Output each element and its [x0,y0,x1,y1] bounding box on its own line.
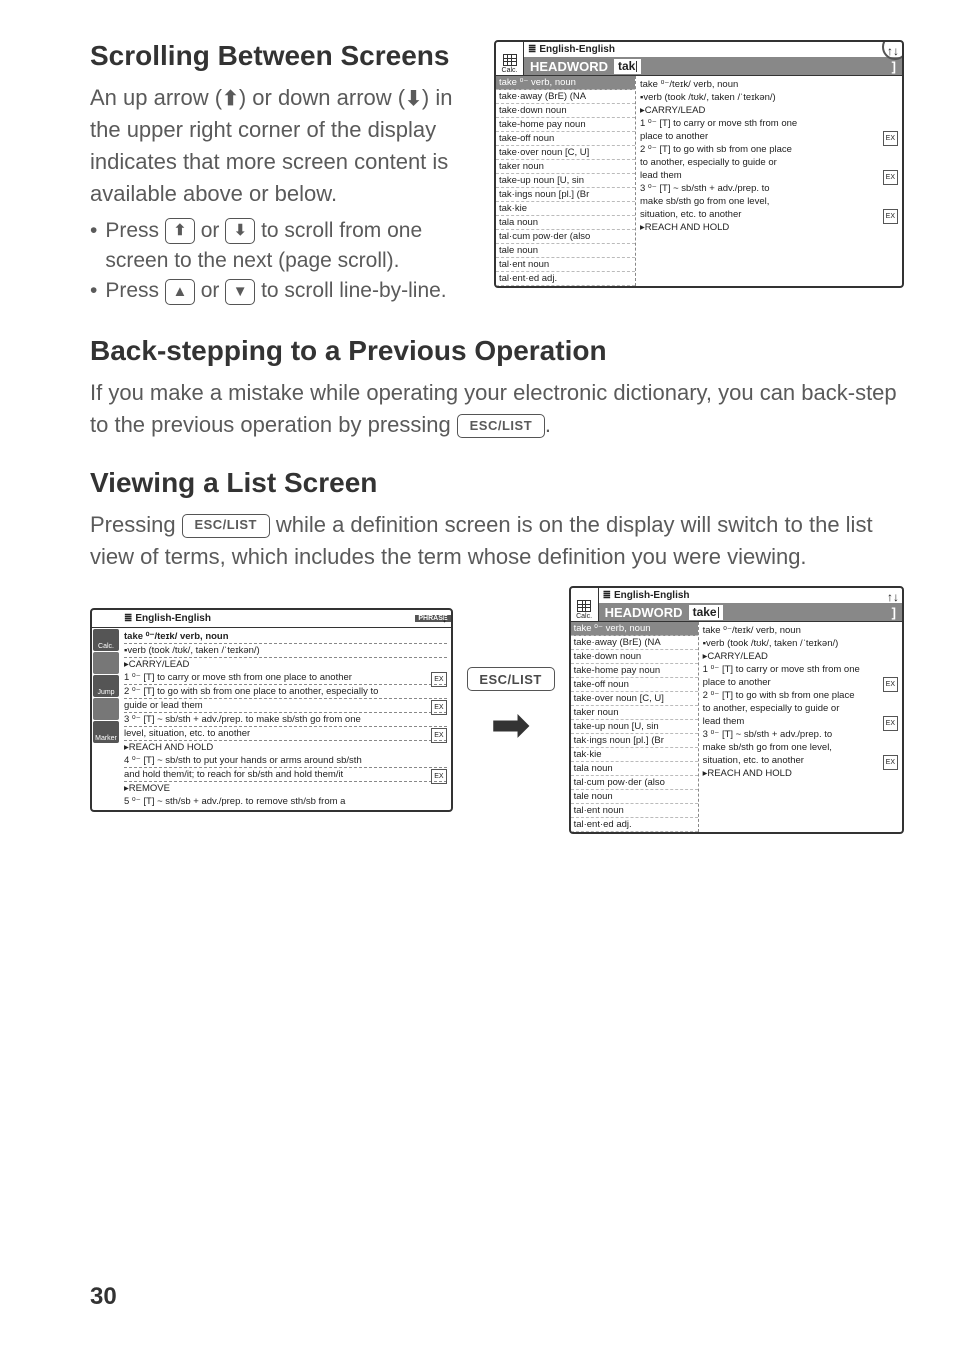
definition-screen-figure: ≣ English-English PHRASE ↓ Calc. Jump Ma… [90,608,453,812]
b1-a: Press [105,219,165,242]
esc-list-key-icon: ESC/LIST [467,667,555,691]
list-item[interactable]: take·over noun [C, U] [571,692,698,706]
sideicon-2[interactable] [93,652,119,674]
scroll-down-indicator-icon: ↓ [442,611,448,625]
up-arrow-icon: ⬆ [222,85,239,114]
esc-list-key-icon: ESC/LIST [457,414,545,438]
page-down-key-icon: ⬇ [225,218,255,244]
marker-sideicon[interactable]: Marker [93,721,119,743]
b1-b: or [201,219,226,242]
scrolling-intro: An up arrow (⬆) or down arrow (⬇) in the… [90,82,476,210]
definition-body: take ⁰⁻/teɪk/ verb, noun ▪verb (took /tʊ… [120,628,451,810]
b2-c: to scroll line-by-line. [261,279,447,302]
entry-list-left[interactable]: take ⁰⁻ verb, nountake·away (BrE) (NAtak… [571,622,699,832]
list-screen-text: Pressing ESC/LIST while a definition scr… [90,509,904,573]
dict-lines-icon: ≣ [603,590,611,601]
definition-preview: take ⁰⁻/teɪk/ verb, noun ▪verb (took /tʊ… [699,622,902,832]
list-item[interactable]: take-home pay noun [496,118,635,132]
backstep-text: If you make a mistake while operating yo… [90,377,904,441]
ex-tag: EX [883,131,898,146]
list-item[interactable]: take-up noun [U, sin [496,174,635,188]
b2-b: or [201,279,226,302]
list-item[interactable]: tal·ent noun [496,258,635,272]
ex-tag: EX [883,170,898,185]
list-item[interactable]: take ⁰⁻ verb, noun [571,622,698,636]
definition-preview: take ⁰⁻/teɪk/ verb, noun ▪verb (took /tʊ… [636,76,902,286]
calc-label: Calc. [502,67,518,74]
list-screen-figure: Calc. ≣ English-English HEADWORD tak ] ↑… [494,40,904,288]
bullet-page-scroll: • Press ⬆ or ⬇ to scroll from one screen… [90,216,476,277]
entry-list-left[interactable]: take ⁰⁻ verb, nountake·away (BrE) (NAtak… [496,76,636,286]
calc-icon: Calc. [496,42,524,75]
list-item[interactable]: tale noun [496,244,635,258]
list-item[interactable]: tal·ent·ed adj. [496,272,635,286]
search-input[interactable]: take [689,605,723,620]
heading-backstep: Back-stepping to a Previous Operation [90,335,904,367]
dict-label: English-English [135,613,211,624]
list-item[interactable]: take-home pay noun [571,664,698,678]
sideicon-4[interactable] [93,698,119,720]
list-item[interactable]: tak·kie [571,748,698,762]
dict-lines-icon: ≣ [124,613,132,624]
list-item[interactable]: take-off noun [571,678,698,692]
ex-tag: EX [883,209,898,224]
list-item[interactable]: take-up noun [U, sin [571,720,698,734]
dict-label: English-English [614,590,690,601]
list-item[interactable]: take-off noun [496,132,635,146]
intro-mid: ) or down arrow ( [239,85,405,110]
list-item[interactable]: tala noun [571,762,698,776]
list-item[interactable]: tale noun [571,790,698,804]
list-screen-figure-2: Calc. ≣ English-English HEADWORD take ] … [569,586,904,834]
list-item[interactable]: taker noun [571,706,698,720]
search-input[interactable]: tak [614,59,641,74]
list-item[interactable]: tala noun [496,216,635,230]
b2-a: Press [105,279,165,302]
bullet-line-scroll: • Press ▲ or ▼ to scroll line-by-line. [90,276,476,306]
heading-scrolling: Scrolling Between Screens [90,40,476,72]
jump-sideicon[interactable]: Jump [93,675,119,697]
headword-label: HEADWORD [605,605,683,620]
list-item[interactable]: taker noun [496,160,635,174]
line-up-key-icon: ▲ [165,279,195,305]
list-item[interactable]: take·away (BrE) (NA [496,90,635,104]
dict-lines-icon: ≣ [528,44,536,55]
line-down-key-icon: ▼ [225,279,255,305]
right-arrow-icon: ➡ [490,697,530,753]
page-up-key-icon: ⬆ [165,218,195,244]
side-toolbar: Calc. Jump Marker [92,628,120,810]
list-item[interactable]: tak·kie [496,202,635,216]
transition-indicator: ESC/LIST ➡ [467,667,555,753]
down-arrow-icon: ⬇ [405,85,422,114]
list-item[interactable]: tal·ent·ed adj. [571,818,698,832]
heading-list-screen: Viewing a List Screen [90,467,904,499]
dict-label: English-English [539,44,615,55]
list-item[interactable]: take·down noun [496,104,635,118]
calc-icon: Calc. [571,588,599,621]
list-item[interactable]: take·away (BrE) (NA [571,636,698,650]
esc-list-key-icon: ESC/LIST [182,514,270,538]
scroll-indicator-icon: ↑↓ [887,590,899,604]
list-item[interactable]: tal·cum pow·der (also [571,776,698,790]
list-item[interactable]: take ⁰⁻ verb, noun [496,76,635,90]
list-item[interactable]: take·down noun [571,650,698,664]
headword-label: HEADWORD [530,59,608,74]
calc-label: Calc. [576,613,592,620]
list-item[interactable]: tak·ings noun [pl.] (Br [571,734,698,748]
page-number: 30 [90,1283,117,1311]
calc-sideicon[interactable]: Calc. [93,629,119,651]
list-item[interactable]: tal·cum pow·der (also [496,230,635,244]
list-item[interactable]: tal·ent noun [571,804,698,818]
list-item[interactable]: take·over noun [C, U] [496,146,635,160]
intro-pre: An up arrow ( [90,85,222,110]
list-item[interactable]: tak·ings noun [pl.] (Br [496,188,635,202]
